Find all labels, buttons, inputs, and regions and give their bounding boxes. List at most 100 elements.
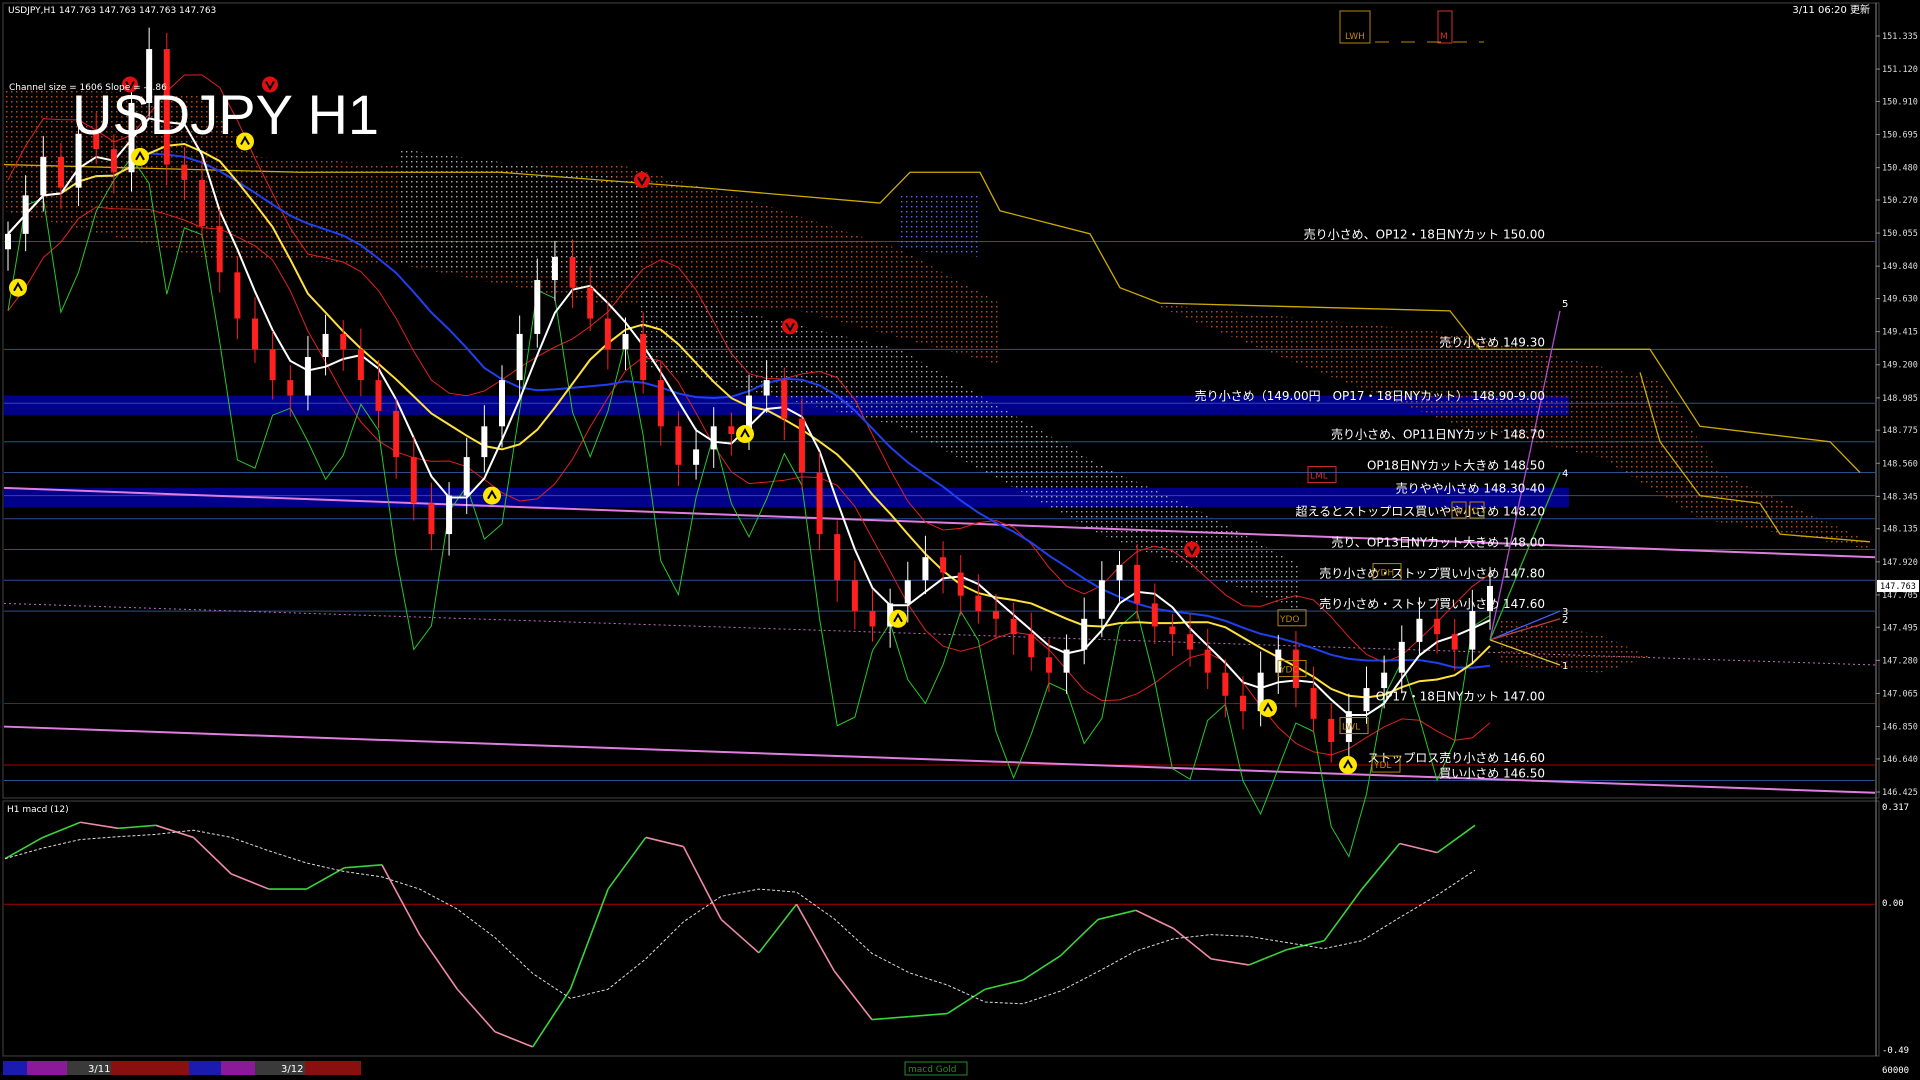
candle-body bbox=[481, 426, 488, 458]
level-label: 売り、OP13日NYカット大きめ 148.00 bbox=[1331, 534, 1545, 549]
candle-body bbox=[1310, 688, 1317, 719]
candle-body bbox=[693, 449, 700, 465]
up-arrow-icon bbox=[9, 278, 27, 297]
bottom-value: 60000 bbox=[1882, 1066, 1909, 1076]
candle-body bbox=[1187, 634, 1194, 650]
candle-body bbox=[287, 380, 294, 396]
price-tick-label: 150.055 bbox=[1882, 229, 1918, 239]
candle-body bbox=[957, 572, 964, 596]
candle-body bbox=[1151, 603, 1158, 627]
candle-body bbox=[834, 534, 841, 581]
price-tick-label: 147.280 bbox=[1882, 656, 1918, 666]
candle-body bbox=[1134, 564, 1141, 604]
candle-body bbox=[1081, 618, 1088, 650]
price-tick-label: 151.335 bbox=[1882, 32, 1918, 42]
candle-body bbox=[322, 333, 329, 358]
candle-body bbox=[781, 380, 788, 419]
level-label: 売り小さめ・ストップ買い小さめ 147.80 bbox=[1319, 565, 1545, 580]
candle-body bbox=[57, 156, 64, 188]
level-label: 売り小さめ 149.30 bbox=[1439, 334, 1545, 349]
candle-body bbox=[357, 349, 364, 381]
level-label: 売り小さめ、OP11日NYカット 148.70 bbox=[1331, 427, 1545, 442]
candle-body bbox=[499, 380, 505, 427]
macd-scale-bottom: -0.49 bbox=[1882, 1046, 1909, 1056]
level-label: 買い小さめ 146.50 bbox=[1439, 766, 1545, 780]
candle-body bbox=[587, 287, 594, 319]
marker-label: W bbox=[1454, 507, 1463, 517]
candle-body bbox=[393, 410, 400, 458]
marker-label: YDO bbox=[1279, 615, 1300, 625]
candle-body bbox=[657, 380, 664, 427]
candle-body bbox=[252, 318, 258, 350]
marker-label: YDH bbox=[1374, 569, 1394, 579]
candle-body bbox=[975, 595, 982, 612]
candle-body bbox=[569, 256, 576, 288]
level-label: 売り小さめ、OP12・18日NYカット 150.00 bbox=[1304, 227, 1545, 242]
candle-body bbox=[304, 357, 311, 396]
candle-body bbox=[1363, 688, 1370, 712]
up-arrow-icon bbox=[131, 147, 149, 166]
level-label: 超えるとストップロス買いやや小さめ 148.20 bbox=[1296, 504, 1545, 519]
price-tick-label: 150.910 bbox=[1882, 97, 1918, 107]
last-price-label: 147.763 bbox=[1880, 582, 1916, 592]
price-tick-label: 146.425 bbox=[1882, 788, 1918, 798]
price-tick-label: 147.705 bbox=[1882, 591, 1918, 601]
candle-body bbox=[551, 256, 558, 281]
date-label-3-11: 3/11 bbox=[88, 1064, 110, 1075]
level-label: OP18日NYカット大きめ 148.50 bbox=[1367, 459, 1545, 473]
level-label: ストップロス売り小さめ 146.60 bbox=[1367, 750, 1545, 765]
candle-body bbox=[1204, 649, 1211, 673]
price-tick-label: 146.850 bbox=[1882, 723, 1918, 733]
chart-title: USDJPY H1 bbox=[72, 83, 379, 146]
candle-body bbox=[1063, 649, 1070, 673]
candle-body bbox=[463, 457, 470, 496]
candle-body bbox=[428, 503, 435, 535]
candle-body bbox=[1328, 718, 1335, 742]
price-tick-label: 149.630 bbox=[1882, 295, 1918, 305]
candle-body bbox=[216, 226, 223, 273]
candle-body bbox=[940, 557, 947, 573]
candle-body bbox=[340, 333, 347, 350]
candle-body bbox=[1416, 618, 1423, 642]
candle-body bbox=[410, 457, 417, 504]
price-tick-label: 148.985 bbox=[1882, 394, 1918, 404]
candle-body bbox=[622, 333, 629, 350]
macd-scale-zero: 0.00 bbox=[1882, 899, 1904, 909]
candle-body bbox=[798, 418, 805, 473]
price-tick-label: 147.495 bbox=[1882, 623, 1918, 633]
price-tick-label: 150.695 bbox=[1882, 131, 1918, 141]
lwh-badge: LWH bbox=[1345, 32, 1365, 42]
candle-body bbox=[1434, 618, 1441, 635]
candle-body bbox=[181, 164, 188, 180]
price-tick-label: 150.270 bbox=[1882, 196, 1918, 206]
candle-body bbox=[269, 349, 276, 381]
candle-body bbox=[446, 495, 453, 535]
level-label: 売りやや小さめ 148.30-40 bbox=[1396, 481, 1545, 496]
macd-label: H1 macd (12) bbox=[7, 805, 69, 815]
projection-label: 1 bbox=[1562, 661, 1568, 672]
projection-label: 5 bbox=[1562, 299, 1568, 310]
candle-body bbox=[1010, 618, 1017, 635]
price-tick-label: 148.560 bbox=[1882, 459, 1918, 469]
m-badge: M bbox=[1440, 32, 1448, 42]
marker-label: LML bbox=[1310, 472, 1328, 482]
candle-body bbox=[1169, 626, 1176, 635]
level-label: OP17・18日NYカット 147.00 bbox=[1376, 689, 1545, 703]
price-tick-label: 149.840 bbox=[1882, 262, 1918, 272]
price-tick-label: 149.415 bbox=[1882, 328, 1918, 338]
candle-body bbox=[22, 195, 29, 234]
candle-body bbox=[234, 272, 241, 319]
candle-body bbox=[640, 333, 647, 381]
candle-body bbox=[1045, 657, 1052, 673]
price-tick-label: 150.480 bbox=[1882, 164, 1918, 174]
symbol-line: USDJPY,H1 147.763 147.763 147.763 147.76… bbox=[8, 6, 216, 16]
candle-body bbox=[816, 472, 823, 535]
macd-scale-top: 0.317 bbox=[1882, 803, 1909, 813]
price-tick-label: 148.775 bbox=[1882, 426, 1918, 436]
candle-body bbox=[1451, 634, 1458, 650]
candle-body bbox=[922, 557, 929, 581]
price-tick-label: 149.200 bbox=[1882, 361, 1918, 371]
marker-label: YDL bbox=[1373, 761, 1391, 771]
macd-gold-tab[interactable]: macd Gold bbox=[908, 1065, 957, 1075]
level-label: 売り小さめ（149.00円 OP17・18日NYカット） 148.90-9.00 bbox=[1195, 388, 1545, 403]
